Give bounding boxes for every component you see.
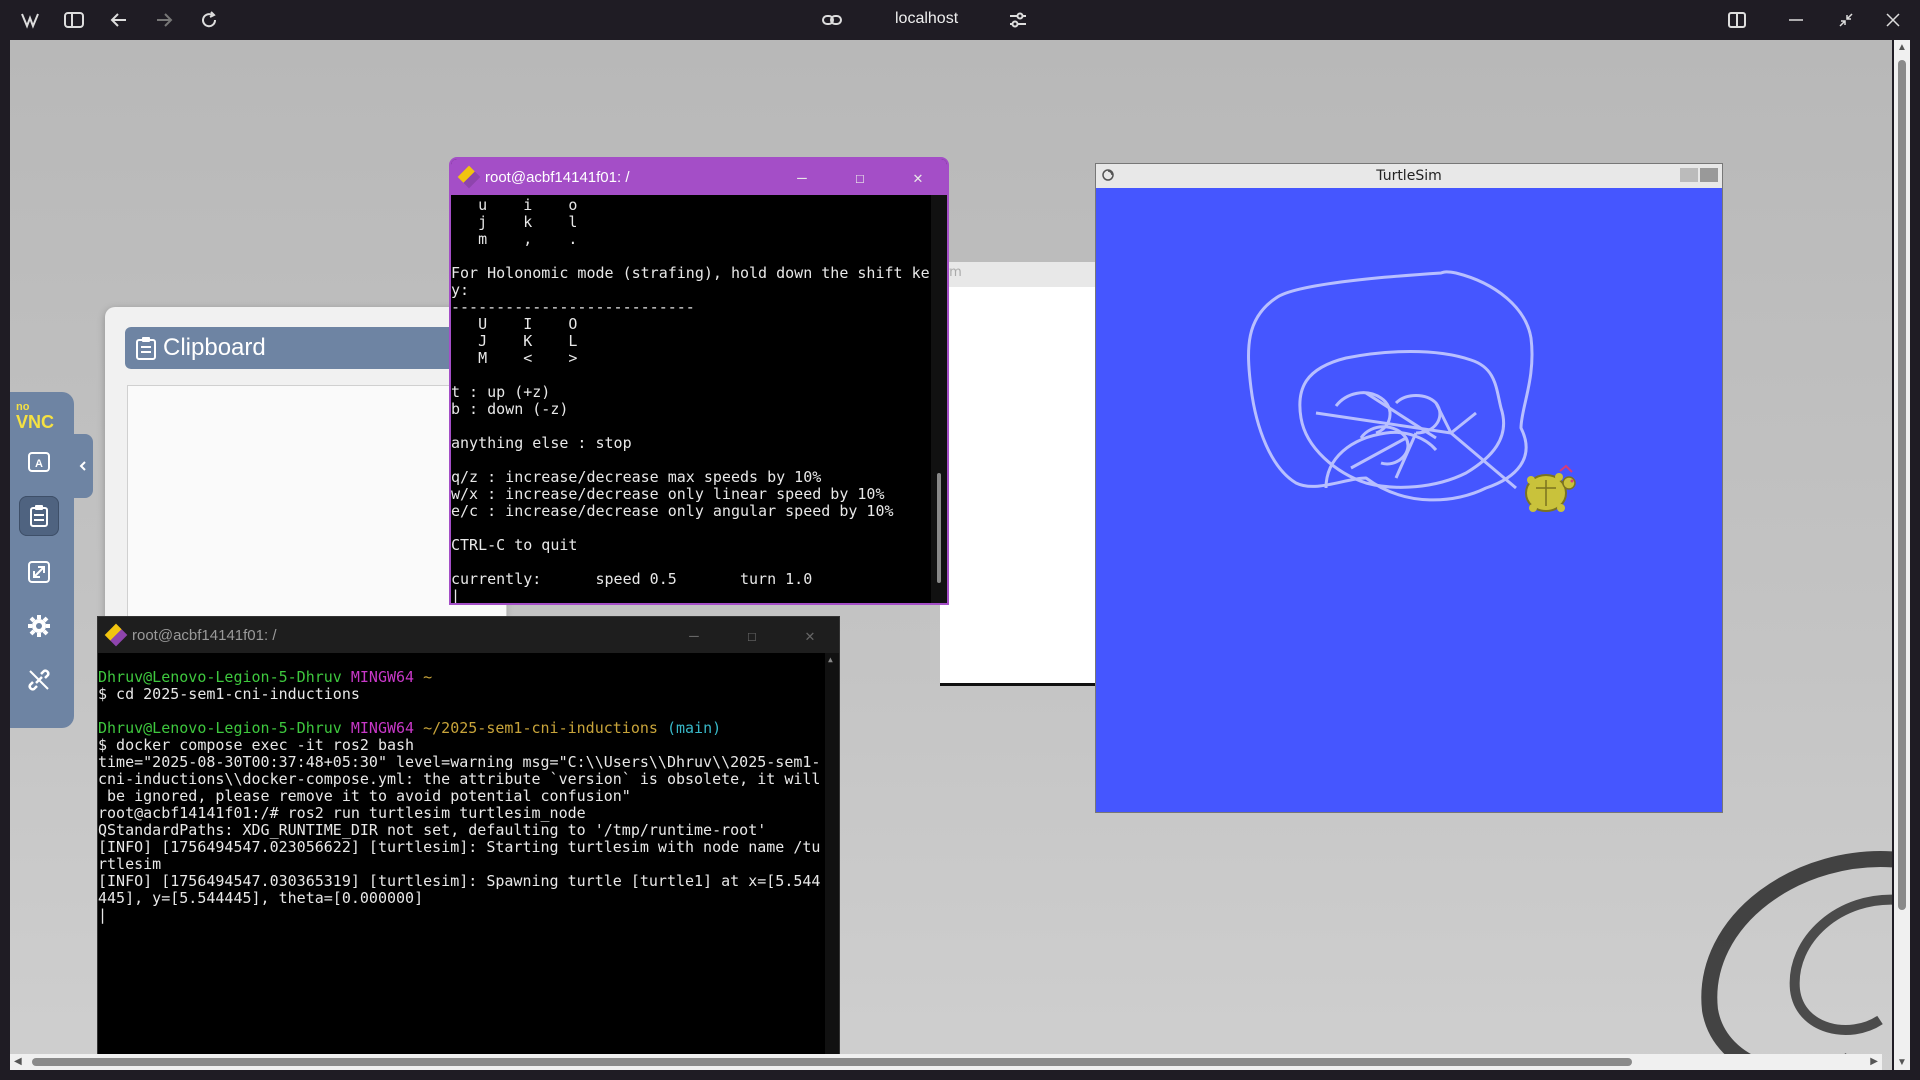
scroll-left-arrow-icon[interactable]: ◀ bbox=[14, 1056, 22, 1067]
page-vertical-scrollbar[interactable]: ▲ ▼ bbox=[1894, 40, 1910, 1070]
command-line: $ docker compose exec -it ros2 bash bbox=[98, 736, 415, 754]
disconnect-icon[interactable] bbox=[19, 660, 59, 700]
site-settings-icon[interactable] bbox=[1006, 8, 1030, 32]
clipboard-title: Clipboard bbox=[163, 334, 266, 361]
browser-window: localhost rm Clipboard no VNC A root@acb… bbox=[0, 0, 1920, 1080]
window-shade-button[interactable] bbox=[1700, 168, 1718, 182]
prompt-user: Dhruv@Lenovo-Legion-5-Dhruv bbox=[98, 719, 342, 737]
window-menu-icon[interactable] bbox=[1101, 168, 1115, 182]
close-icon[interactable]: ✕ bbox=[781, 617, 839, 653]
git-bash-icon bbox=[457, 165, 481, 189]
turtle-trail bbox=[1247, 270, 1576, 512]
command-line: $ cd 2025-sem1-cni-inductions bbox=[98, 685, 360, 703]
main-terminal-output[interactable]: Dhruv@Lenovo-Legion-5-Dhruv MINGW64 ~ $ … bbox=[98, 669, 820, 924]
split-view-icon[interactable] bbox=[1725, 8, 1749, 32]
window-iconify-button[interactable] bbox=[1680, 168, 1698, 182]
svg-text:A: A bbox=[35, 458, 43, 470]
page-horizontal-scrollbar[interactable]: ◀ ▶ bbox=[10, 1054, 1882, 1070]
terminal-scrollbar[interactable]: ▲ ▼ bbox=[825, 653, 839, 1061]
scroll-down-arrow-icon[interactable]: ▼ bbox=[1897, 1057, 1907, 1068]
main-terminal-title: root@acbf14141f01: / bbox=[132, 626, 277, 644]
scrollbar-thumb[interactable] bbox=[937, 473, 941, 583]
reload-icon[interactable] bbox=[197, 8, 221, 32]
teleop-terminal-title: root@acbf14141f01: / bbox=[485, 168, 630, 186]
forward-arrow-icon[interactable] bbox=[152, 8, 176, 32]
horizontal-scroll-thumb[interactable] bbox=[32, 1058, 1632, 1066]
git-branch: (main) bbox=[666, 719, 722, 737]
novnc-control-bar: no VNC A bbox=[10, 392, 74, 728]
turtlesim-titlebar[interactable]: TurtleSim bbox=[1096, 164, 1722, 188]
turtlesim-window[interactable]: TurtleSim bbox=[1095, 163, 1723, 813]
scroll-up-arrow-icon[interactable]: ▲ bbox=[1897, 42, 1907, 53]
prompt-path: ~ bbox=[423, 668, 433, 686]
prompt-env: MINGW64 bbox=[350, 668, 415, 686]
clipboard-header: Clipboard bbox=[125, 327, 505, 369]
maximize-icon[interactable]: ☐ bbox=[831, 159, 889, 195]
clipboard-toggle-icon[interactable] bbox=[19, 496, 59, 536]
scroll-right-arrow-icon[interactable]: ▶ bbox=[1870, 1056, 1878, 1067]
vertical-scroll-thumb[interactable] bbox=[1898, 60, 1906, 910]
gear-icon[interactable] bbox=[19, 606, 59, 646]
back-arrow-icon[interactable] bbox=[107, 8, 131, 32]
clipboard-panel: Clipboard bbox=[105, 307, 507, 637]
keyboard-a-icon[interactable]: A bbox=[19, 442, 59, 482]
xterm-window-behind[interactable]: rm bbox=[940, 262, 1100, 686]
minimize-icon[interactable] bbox=[1784, 8, 1808, 32]
maximize-icon[interactable]: ☐ bbox=[723, 617, 781, 653]
link-icon[interactable] bbox=[820, 8, 844, 32]
browser-toolbar: localhost bbox=[0, 0, 1920, 40]
turtlesim-title: TurtleSim bbox=[1376, 168, 1442, 184]
sidebar-toggle-icon[interactable] bbox=[62, 8, 86, 32]
git-bash-icon bbox=[104, 623, 128, 647]
prompt-user: Dhruv@Lenovo-Legion-5-Dhruv bbox=[98, 668, 342, 686]
address-bar[interactable]: localhost bbox=[895, 10, 958, 28]
clipboard-icon bbox=[136, 337, 156, 360]
prompt-env: MINGW64 bbox=[350, 719, 415, 737]
close-icon[interactable] bbox=[1881, 8, 1905, 32]
minimize-icon[interactable]: — bbox=[773, 159, 831, 195]
prompt-path: ~/2025-sem1-cni-inductions bbox=[423, 719, 658, 737]
main-terminal-window[interactable]: root@acbf14141f01: / — ☐ ✕ Dhruv@Lenovo-… bbox=[97, 616, 840, 1062]
novnc-logo: no VNC bbox=[16, 402, 55, 432]
terminal-scrollbar[interactable] bbox=[931, 195, 947, 603]
novnc-bar-handle[interactable] bbox=[73, 434, 93, 498]
chevron-left-icon bbox=[79, 461, 86, 471]
terminal-log-output: time="2025-08-30T00:37:48+05:30" level=w… bbox=[98, 753, 821, 924]
novnc-logo-bottom: VNC bbox=[16, 412, 55, 432]
desktop-swirl-logo bbox=[1701, 851, 1892, 1070]
browser-logo-icon[interactable] bbox=[18, 8, 42, 32]
minimize-icon[interactable]: — bbox=[665, 617, 723, 653]
restore-icon[interactable] bbox=[1834, 8, 1858, 32]
teleop-terminal-window[interactable]: root@acbf14141f01: / — ☐ ✕ u i o j k l m… bbox=[449, 157, 949, 605]
turtlesim-canvas bbox=[1096, 188, 1722, 812]
fullscreen-icon[interactable] bbox=[19, 552, 59, 592]
teleop-terminal-output[interactable]: u i o j k l m , . For Holonomic mode (st… bbox=[451, 197, 930, 604]
close-icon[interactable]: ✕ bbox=[889, 159, 947, 195]
turtle-sprite bbox=[1525, 464, 1576, 512]
